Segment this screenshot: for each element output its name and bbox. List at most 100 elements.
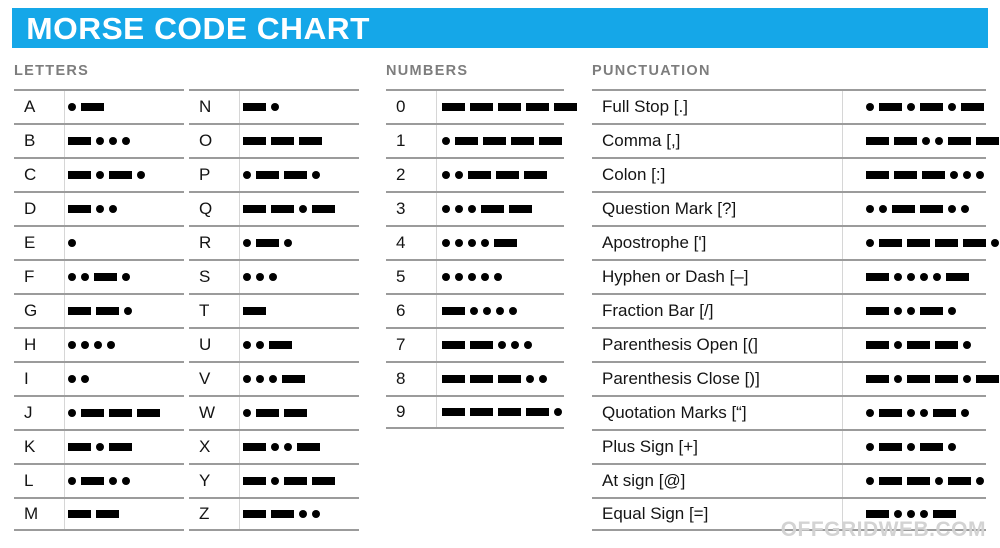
morse-dash-icon bbox=[866, 171, 889, 179]
letter-label: Z bbox=[199, 504, 210, 523]
table-row: A bbox=[14, 89, 184, 123]
morse-dot-icon bbox=[442, 239, 450, 247]
punct-label: Parenthesis Open [(] bbox=[602, 335, 758, 354]
morse-dot-icon bbox=[961, 409, 969, 417]
morse-code-sequence bbox=[64, 477, 184, 485]
morse-code-sequence bbox=[436, 341, 564, 349]
morse-dot-icon bbox=[494, 273, 502, 281]
morse-dash-icon bbox=[243, 510, 266, 518]
row-column-divider bbox=[239, 431, 240, 463]
row-column-divider bbox=[239, 227, 240, 259]
punct-label: Plus Sign [+] bbox=[602, 437, 698, 456]
morse-dash-icon bbox=[243, 137, 266, 145]
morse-dash-icon bbox=[511, 137, 534, 145]
letters-table-column-2: NOPQRSTUVWXYZ bbox=[189, 89, 359, 531]
morse-code-sequence bbox=[842, 171, 986, 179]
row-column-divider bbox=[64, 499, 65, 529]
table-row: Hyphen or Dash [–] bbox=[592, 259, 986, 293]
morse-code-sequence bbox=[64, 205, 184, 213]
morse-dash-icon bbox=[935, 375, 958, 383]
letter-label: G bbox=[24, 301, 38, 320]
morse-dash-icon bbox=[243, 205, 266, 213]
letter-label: X bbox=[199, 437, 211, 456]
row-column-divider bbox=[842, 295, 843, 327]
row-column-divider bbox=[436, 397, 437, 427]
table-row: Apostrophe ['] bbox=[592, 225, 999, 259]
morse-dot-icon bbox=[481, 273, 489, 281]
morse-dot-icon bbox=[107, 341, 115, 349]
morse-dot-icon bbox=[554, 408, 562, 416]
morse-dash-icon bbox=[866, 137, 889, 145]
morse-dot-icon bbox=[271, 443, 279, 451]
row-column-divider bbox=[436, 159, 437, 191]
morse-code-sequence bbox=[842, 510, 986, 518]
table-row: J bbox=[14, 395, 184, 429]
morse-dot-icon bbox=[96, 171, 104, 179]
number-label: 8 bbox=[396, 369, 406, 388]
row-column-divider bbox=[239, 125, 240, 157]
morse-dash-icon bbox=[933, 409, 956, 417]
row-column-divider bbox=[64, 159, 65, 191]
morse-dash-icon bbox=[470, 341, 493, 349]
table-row: N bbox=[189, 89, 359, 123]
morse-dot-icon bbox=[96, 137, 104, 145]
row-column-divider bbox=[436, 329, 437, 361]
morse-dash-icon bbox=[879, 477, 902, 485]
letter-label: F bbox=[24, 267, 35, 286]
morse-dash-icon bbox=[81, 103, 104, 111]
morse-code-sequence bbox=[239, 409, 359, 417]
morse-dot-icon bbox=[920, 510, 928, 518]
table-row: Quotation Marks [“] bbox=[592, 395, 986, 429]
morse-dash-icon bbox=[442, 103, 465, 111]
row-column-divider bbox=[239, 295, 240, 327]
morse-code-sequence bbox=[436, 171, 564, 179]
morse-dash-icon bbox=[256, 239, 279, 247]
table-row: 8 bbox=[386, 361, 564, 395]
morse-dash-icon bbox=[96, 307, 119, 315]
morse-code-sequence bbox=[842, 103, 986, 111]
morse-dot-icon bbox=[920, 273, 928, 281]
row-column-divider bbox=[64, 227, 65, 259]
row-column-divider bbox=[436, 125, 437, 157]
row-column-divider bbox=[842, 329, 843, 361]
morse-dash-icon bbox=[68, 510, 91, 518]
row-column-divider bbox=[239, 193, 240, 225]
morse-dot-icon bbox=[137, 171, 145, 179]
row-column-divider bbox=[64, 91, 65, 123]
morse-dot-icon bbox=[243, 409, 251, 417]
morse-dot-icon bbox=[243, 239, 251, 247]
morse-dot-icon bbox=[243, 171, 251, 179]
morse-dot-icon bbox=[256, 375, 264, 383]
morse-dot-icon bbox=[894, 510, 902, 518]
morse-dot-icon bbox=[498, 341, 506, 349]
morse-dot-icon bbox=[269, 375, 277, 383]
morse-dot-icon bbox=[68, 477, 76, 485]
numbers-table: 0 1 2 3 4 5 6 7 8 9 bbox=[386, 89, 577, 429]
morse-dot-icon bbox=[442, 205, 450, 213]
morse-dash-icon bbox=[879, 103, 902, 111]
table-row: Parenthesis Open [(] bbox=[592, 327, 986, 361]
table-row: V bbox=[189, 361, 359, 395]
morse-dot-icon bbox=[96, 205, 104, 213]
morse-dot-icon bbox=[68, 375, 76, 383]
morse-dash-icon bbox=[243, 443, 266, 451]
morse-dash-icon bbox=[922, 171, 945, 179]
morse-dash-icon bbox=[468, 171, 491, 179]
morse-dash-icon bbox=[312, 477, 335, 485]
morse-dot-icon bbox=[907, 409, 915, 417]
morse-dot-icon bbox=[269, 273, 277, 281]
letter-label: U bbox=[199, 335, 212, 354]
morse-code-sequence bbox=[64, 375, 184, 383]
morse-dot-icon bbox=[963, 375, 971, 383]
morse-dash-icon bbox=[933, 510, 956, 518]
row-column-divider bbox=[436, 227, 437, 259]
morse-dot-icon bbox=[271, 477, 279, 485]
number-label: 3 bbox=[396, 199, 406, 218]
row-column-divider bbox=[64, 295, 65, 327]
morse-dot-icon bbox=[894, 341, 902, 349]
morse-dash-icon bbox=[470, 375, 493, 383]
morse-dash-icon bbox=[907, 375, 930, 383]
morse-code-sequence bbox=[64, 239, 184, 247]
morse-code-sequence bbox=[64, 137, 184, 145]
morse-dot-icon bbox=[94, 341, 102, 349]
